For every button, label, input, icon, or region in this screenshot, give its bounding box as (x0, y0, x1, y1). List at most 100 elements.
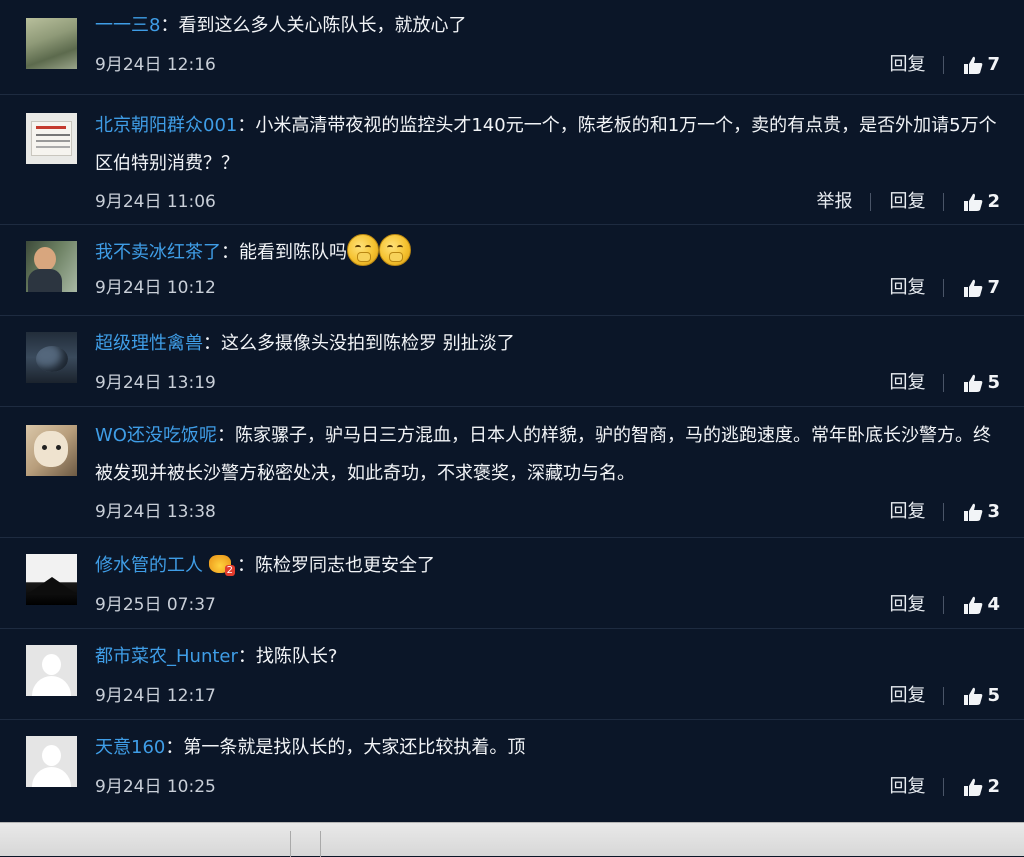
report-button[interactable]: 举报 (816, 179, 852, 225)
user-avatar[interactable] (26, 554, 77, 605)
like-button[interactable]: 7 (962, 265, 1000, 311)
user-avatar[interactable] (26, 332, 77, 383)
like-button[interactable]: 5 (962, 360, 1000, 406)
reply-button[interactable]: 回复 (889, 582, 925, 628)
colon: ： (203, 333, 221, 354)
comment-meta: 9月24日 11:06 举报 回复 2 (95, 179, 1000, 225)
comment-time: 9月24日 10:25 (95, 777, 216, 797)
thumbs-up-icon (962, 277, 984, 299)
user-avatar[interactable] (26, 18, 77, 69)
comment-actions: 回复 7 (889, 42, 1000, 88)
username-link[interactable]: 都市菜农_Hunter (95, 646, 238, 667)
like-button[interactable]: 7 (962, 42, 1000, 88)
thumbs-up-icon (962, 685, 984, 707)
colon: ： (221, 242, 239, 263)
colon: ： (237, 115, 256, 136)
comment-time: 9月24日 12:16 (95, 55, 216, 75)
reply-button[interactable]: 回复 (889, 42, 925, 88)
comment-meta: 9月24日 13:19 回复 5 (95, 360, 1000, 406)
username-link[interactable]: 超级理性禽兽 (95, 333, 203, 354)
like-button[interactable]: 5 (962, 673, 1000, 719)
comment-text: 第一条就是找队长的，大家还比较执着。顶 (183, 737, 526, 758)
comment-actions: 回复 4 (889, 582, 1000, 628)
comment-item: 超级理性禽兽：这么多摄像头没拍到陈检罗 别扯淡了 9月24日 13:19 回复 … (0, 316, 1024, 407)
comment-item: 天意160：第一条就是找队长的，大家还比较执着。顶 9月24日 10:25 回复… (0, 720, 1024, 822)
comment-body: 北京朝阳群众001：小米高清带夜视的监控头才140元一个，陈老板的和1万一个，卖… (95, 107, 1000, 183)
comment-actions: 回复 2 (889, 764, 1000, 810)
divider (943, 503, 945, 521)
like-button[interactable]: 3 (962, 489, 1000, 535)
divider (290, 831, 291, 857)
username-link[interactable]: WO还没吃饭呢 (95, 425, 217, 446)
divider (943, 596, 945, 614)
like-count: 7 (987, 277, 1000, 298)
comment-text: 陈检罗同志也更安全了 (255, 555, 435, 576)
comment-body: 都市菜农_Hunter：找陈队长? (95, 641, 1000, 673)
comment-body: 天意160：第一条就是找队长的，大家还比较执着。顶 (95, 732, 1000, 764)
reply-button[interactable]: 回复 (889, 764, 925, 810)
divider (943, 279, 945, 297)
username-link[interactable]: 一一三8 (95, 15, 160, 36)
reply-button[interactable]: 回复 (889, 265, 925, 311)
reply-button[interactable]: 回复 (889, 673, 925, 719)
comment-time: 9月24日 12:17 (95, 686, 216, 706)
comment-actions: 回复 3 (889, 489, 1000, 535)
window-bottom-bar (0, 822, 1024, 857)
divider (943, 778, 945, 796)
vip-crown-icon (209, 555, 235, 576)
divider (943, 687, 945, 705)
comment-item: 修水管的工人 ：陈检罗同志也更安全了 9月25日 07:37 回复 4 (0, 538, 1024, 629)
reply-button[interactable]: 回复 (889, 360, 925, 406)
username-link[interactable]: 天意160 (95, 737, 165, 758)
comment-text: 看到这么多人关心陈队长，就放心了 (178, 15, 467, 36)
user-avatar[interactable] (26, 241, 77, 292)
giggle-emoji-icon (379, 234, 411, 266)
username-link[interactable]: 北京朝阳群众001 (95, 115, 237, 136)
reply-button[interactable]: 回复 (889, 179, 925, 225)
like-count: 3 (987, 501, 1000, 522)
default-avatar-icon[interactable] (26, 645, 77, 696)
divider (320, 831, 321, 857)
comment-actions: 回复 7 (889, 265, 1000, 311)
comment-time: 9月24日 13:38 (95, 502, 216, 522)
divider (943, 374, 945, 392)
colon: ： (165, 737, 184, 758)
like-count: 2 (987, 191, 1000, 212)
thumbs-up-icon (962, 501, 984, 523)
comment-body: 修水管的工人 ：陈检罗同志也更安全了 (95, 550, 1000, 582)
comment-feed: 一一三8：看到这么多人关心陈队长，就放心了 9月24日 12:16 回复 7 北… (0, 0, 1024, 822)
comment-item: WO还没吃饭呢：陈家骡子，驴马日三方混血，日本人的样貌，驴的智商，马的逃跑速度。… (0, 407, 1024, 538)
like-button[interactable]: 4 (962, 582, 1000, 628)
comment-item: 一一三8：看到这么多人关心陈队长，就放心了 9月24日 12:16 回复 7 (0, 0, 1024, 95)
comment-text: 找陈队长? (255, 646, 338, 667)
comment-actions: 举报 回复 2 (816, 179, 1000, 225)
comment-meta: 9月25日 07:37 回复 4 (95, 582, 1000, 628)
reply-button[interactable]: 回复 (889, 489, 925, 535)
like-count: 7 (987, 54, 1000, 75)
comment-time: 9月25日 07:37 (95, 595, 216, 615)
comment-body: WO还没吃饭呢：陈家骡子，驴马日三方混血，日本人的样貌，驴的智商，马的逃跑速度。… (95, 417, 1000, 493)
divider (870, 193, 872, 211)
giggle-emoji-icon (347, 234, 379, 266)
comment-item: 我不卖冰红茶了：能看到陈队吗 9月24日 10:12 回复 7 (0, 225, 1024, 316)
username-link[interactable]: 我不卖冰红茶了 (95, 242, 221, 263)
comment-time: 9月24日 10:12 (95, 278, 216, 298)
like-button[interactable]: 2 (962, 764, 1000, 810)
like-button[interactable]: 2 (962, 179, 1000, 225)
colon: ： (237, 646, 256, 667)
comment-text: 这么多摄像头没拍到陈检罗 别扯淡了 (221, 333, 515, 354)
like-count: 4 (987, 594, 1000, 615)
comment-item: 北京朝阳群众001：小米高清带夜视的监控头才140元一个，陈老板的和1万一个，卖… (0, 95, 1024, 225)
user-avatar[interactable] (26, 113, 77, 164)
comment-body: 一一三8：看到这么多人关心陈队长，就放心了 (95, 10, 1000, 42)
like-count: 2 (987, 776, 1000, 797)
default-avatar-icon[interactable] (26, 736, 77, 787)
comment-meta: 9月24日 10:12 回复 7 (95, 265, 1000, 311)
thumbs-up-icon (962, 776, 984, 798)
comment-time: 9月24日 13:19 (95, 373, 216, 393)
comment-actions: 回复 5 (889, 360, 1000, 406)
colon: ： (160, 15, 179, 36)
comment-time: 9月24日 11:06 (95, 192, 216, 212)
user-avatar[interactable] (26, 425, 77, 476)
username-link[interactable]: 修水管的工人 (95, 555, 203, 576)
